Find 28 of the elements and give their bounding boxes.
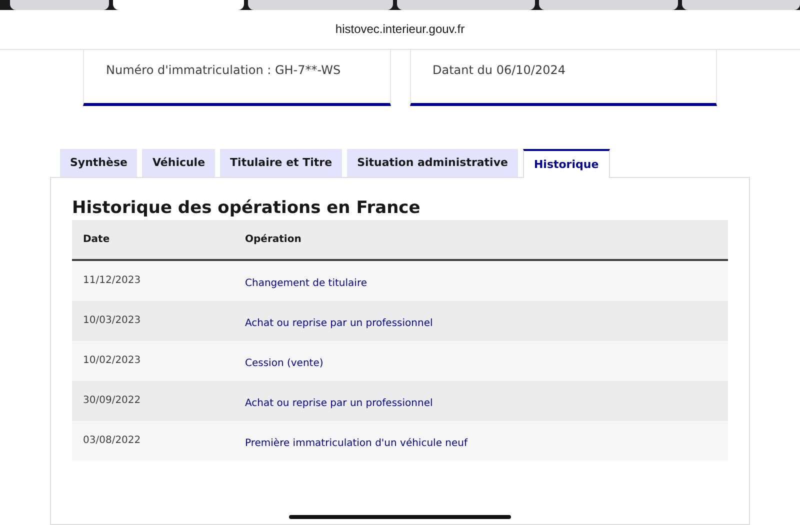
tab[interactable]: Historique [522,148,610,178]
section-title: Historique des opérations en France [72,198,422,218]
date-cell-text: 10/02/2023 [83,355,142,366]
card-text: Datant du 06/10/2024 [432,62,566,77]
card-text: Numéro d'immatriculation : GH-7**-WS [106,62,341,77]
url-text: histovec.interieur.gouv.fr [335,22,465,36]
browser-tab[interactable] [539,0,678,10]
browser-tab[interactable] [10,0,109,10]
tab[interactable]: Synthèse [60,148,138,177]
column-header: Opération [245,234,302,245]
date-cell-text: 03/08/2022 [83,435,142,446]
tab[interactable]: Véhicule [142,148,216,177]
operation-link[interactable]: Changement de titulaire [245,278,367,290]
column-header: Date [83,234,111,245]
address-bar[interactable]: histovec.interieur.gouv.fr [0,10,800,50]
operation-link[interactable]: Achat ou reprise par un professionnel [245,398,433,410]
date-cell-text: 10/03/2023 [83,315,142,326]
browser-tab[interactable] [112,0,244,10]
operation-link[interactable]: Achat ou reprise par un professionnel [245,318,433,330]
browser-tab[interactable] [682,0,800,10]
browser-tab[interactable] [397,0,536,10]
date-cell-text: 11/12/2023 [83,275,142,286]
tab[interactable]: Situation administrative [347,148,518,177]
tab[interactable]: Titulaire et Titre [220,148,342,177]
operation-link[interactable]: Première immatriculation d'un véhicule neuf [245,438,468,450]
browser-tab[interactable] [248,0,394,10]
date-cell-text: 30/09/2022 [83,395,142,406]
operation-link[interactable]: Cession (vente) [245,358,324,370]
